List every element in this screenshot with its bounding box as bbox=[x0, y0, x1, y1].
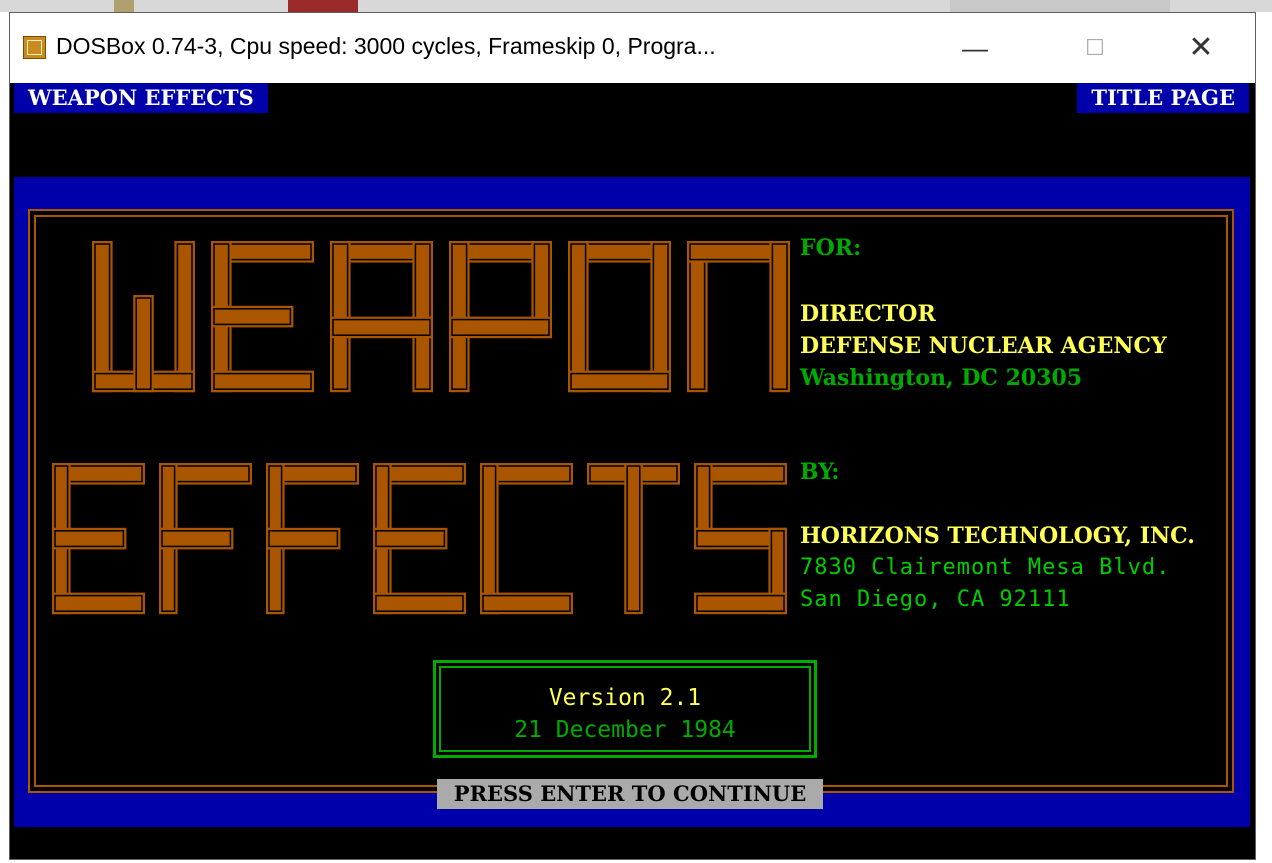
logo-word-weapon bbox=[92, 241, 790, 393]
desktop-background bbox=[0, 0, 1272, 12]
version-box: Version 2.1 21 December 1984 bbox=[433, 660, 817, 758]
for-agency: DEFENSE NUCLEAR AGENCY bbox=[800, 333, 1167, 359]
version-label: Version 2.1 bbox=[548, 685, 702, 711]
logo-letter-a bbox=[330, 241, 433, 393]
desktop-fragment bbox=[114, 0, 134, 12]
desktop-fragment bbox=[288, 0, 358, 12]
for-title: DIRECTOR bbox=[800, 301, 936, 327]
logo-letter-p bbox=[449, 241, 552, 393]
logo-letter-f bbox=[159, 463, 252, 615]
logo-letter-f bbox=[266, 463, 359, 615]
logo-word-effects bbox=[52, 463, 787, 615]
dosbox-window: DOSBox 0.74-3, Cpu speed: 3000 cycles, F… bbox=[9, 12, 1256, 860]
minimize-button[interactable]: — bbox=[952, 23, 998, 73]
by-label: BY: bbox=[800, 459, 840, 485]
logo-letter-s bbox=[694, 463, 787, 615]
logo-letter-e bbox=[52, 463, 145, 615]
version-date: 21 December 1984 bbox=[514, 717, 736, 743]
logo-letter-c bbox=[480, 463, 573, 615]
by-street: 7830 Clairemont Mesa Blvd. bbox=[800, 555, 1171, 580]
page-name-tag: TITLE PAGE bbox=[1077, 83, 1249, 113]
program-name-tag: WEAPON EFFECTS bbox=[14, 83, 268, 113]
logo-letter-o bbox=[568, 241, 671, 393]
logo-letter-w bbox=[92, 241, 195, 393]
by-company: HORIZONS TECHNOLOGY, INC. bbox=[800, 523, 1195, 549]
close-button[interactable]: ✕ bbox=[1178, 23, 1224, 73]
weapon-effects-logo bbox=[52, 241, 790, 615]
logo-letter-e bbox=[373, 463, 466, 615]
maximize-button[interactable]: ☐ bbox=[1072, 23, 1118, 73]
logo-letter-t bbox=[587, 463, 680, 615]
title-bar[interactable]: DOSBox 0.74-3, Cpu speed: 3000 cycles, F… bbox=[10, 13, 1255, 83]
window-title: DOSBox 0.74-3, Cpu speed: 3000 cycles, F… bbox=[56, 33, 716, 59]
for-label: FOR: bbox=[800, 235, 862, 261]
desktop-fragment bbox=[950, 0, 1170, 12]
dosbox-icon[interactable] bbox=[23, 36, 46, 59]
press-enter-prompt[interactable]: PRESS ENTER TO CONTINUE bbox=[437, 779, 823, 809]
for-address: Washington, DC 20305 bbox=[800, 365, 1083, 391]
dos-screen[interactable]: WEAPON EFFECTS TITLE PAGE FOR: DIRECTOR … bbox=[12, 83, 1253, 859]
logo-letter-n bbox=[687, 241, 790, 393]
by-city: San Diego, CA 92111 bbox=[800, 587, 1071, 612]
logo-letter-e bbox=[211, 241, 314, 393]
